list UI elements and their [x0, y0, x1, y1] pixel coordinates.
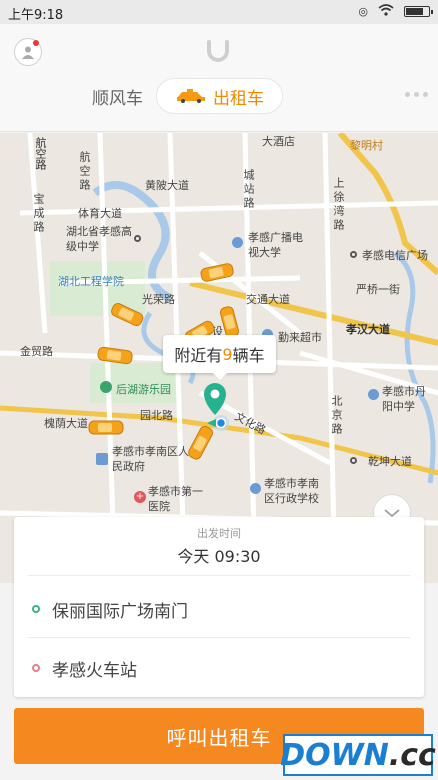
status-bar: 上午9:18 ◎: [0, 0, 438, 24]
government-icon[interactable]: [96, 453, 108, 465]
notification-dot: [33, 40, 39, 46]
call-taxi-label: 呼叫出租车: [166, 725, 272, 750]
poi-label: 体育大道: [78, 208, 122, 220]
tab-label: 顺风车: [92, 88, 143, 109]
poi-label: 孝感市丹阳中学: [382, 386, 426, 413]
avatar-button[interactable]: [14, 38, 42, 66]
tab-shunfengche[interactable]: 顺风车: [92, 78, 143, 114]
top-bar: 顺风车 出租车: [0, 24, 438, 132]
taxi-car-icon: [177, 89, 205, 103]
user-icon: [22, 46, 34, 59]
poi-label: 城站路: [242, 169, 254, 211]
poi-label: 金贸路: [20, 346, 53, 358]
wifi-icon: [378, 4, 394, 19]
trip-card: 出发时间 今天 09:30 保丽国际广场南门 孝感火车站: [14, 517, 424, 697]
nearby-suffix: 辆车: [232, 346, 265, 365]
poi-label: 孝感电信广场: [362, 250, 428, 262]
poi-marker[interactable]: [350, 251, 357, 258]
poi-marker[interactable]: [134, 235, 141, 242]
taxi-icon: [88, 420, 124, 435]
hospital-icon[interactable]: +: [134, 491, 146, 503]
taxi-icon: [200, 263, 234, 282]
poi-label: 黎明村: [350, 140, 383, 152]
poi-label: 槐荫大道: [44, 418, 88, 430]
nearby-cars-bubble: 附近有 9 辆车: [163, 335, 276, 380]
poi-label: 勤来超市: [278, 332, 322, 344]
location-icon: ◎: [358, 5, 368, 18]
taxi-icon: [111, 303, 144, 327]
poi-label: 航空路: [78, 151, 90, 193]
poi-label: 湖北省孝感高级中学: [66, 226, 132, 253]
poi-label: 严桥一街: [356, 284, 400, 296]
more-options-icon[interactable]: [405, 92, 428, 97]
from-location-field[interactable]: 保丽国际广场南门: [28, 579, 410, 639]
taxi-icon: [97, 346, 133, 365]
to-location-field[interactable]: 孝感火车站: [28, 638, 410, 698]
divider: [28, 575, 410, 576]
status-icons: ◎: [358, 4, 433, 19]
tab-label: 出租车: [213, 88, 264, 109]
nearby-count: 9: [222, 344, 233, 364]
didi-logo-icon: [207, 40, 229, 62]
watermark-logo: DOWN .cc: [280, 734, 436, 776]
poi-label: 黄陂大道: [145, 180, 189, 192]
school-icon[interactable]: [250, 483, 261, 494]
school-icon[interactable]: [232, 237, 243, 248]
poi-marker[interactable]: [350, 457, 357, 464]
poi-label: 孝汉大道: [346, 324, 390, 336]
pickup-pin-icon[interactable]: [203, 383, 239, 435]
poi-label: 乾坤大道: [368, 456, 412, 468]
poi-label: 北京路: [330, 395, 342, 437]
poi-label: 交通大道: [246, 294, 290, 306]
to-dot-icon: [32, 664, 40, 672]
taxi-icon: [219, 306, 240, 338]
watermark-part2: .cc: [388, 737, 436, 773]
poi-label: 孝感广播电视大学: [248, 232, 303, 259]
tab-taxi[interactable]: 出租车: [156, 78, 283, 114]
from-dot-icon: [32, 605, 40, 613]
depart-time-value[interactable]: 今天 09:30: [14, 543, 424, 567]
poi-label: 上徐湾路: [332, 177, 344, 233]
battery-icon: [404, 6, 433, 17]
poi-label: 孝感市孝南区人民政府: [112, 446, 189, 473]
poi-label: 园北路: [140, 410, 173, 422]
poi-label: 孝感市第一医院: [148, 486, 203, 513]
status-time: 上午9:18: [8, 8, 64, 23]
school-icon[interactable]: [368, 389, 379, 400]
depart-time-label: 出发时间: [197, 527, 241, 540]
poi-label: 大酒店: [262, 136, 295, 148]
from-location-text: 保丽国际广场南门: [52, 601, 188, 622]
poi-label: 宝成路: [32, 193, 44, 235]
poi-label: 孝感市孝南区行政学校: [264, 478, 319, 505]
park-icon[interactable]: [100, 381, 112, 393]
nearby-prefix: 附近有: [174, 346, 223, 365]
to-location-text: 孝感火车站: [52, 660, 137, 681]
watermark-part1: DOWN: [280, 737, 389, 773]
poi-label: 湖北工程学院: [58, 276, 124, 288]
poi-label: 后湖游乐园: [116, 384, 171, 396]
